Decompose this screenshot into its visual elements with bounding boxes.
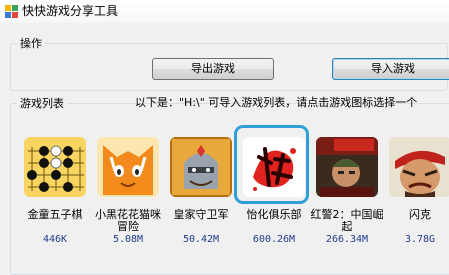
game-name: 怡化俱乐部 — [246, 208, 302, 221]
game-item-club[interactable]: 怡化俱乐部 600.26M — [234, 125, 309, 265]
game-size: 266.34M — [325, 234, 369, 245]
red-calligraphy-icon[interactable] — [243, 137, 305, 197]
game-size: 446K — [42, 234, 68, 245]
game-size: 600.26M — [252, 234, 296, 245]
game-name: 皇家守卫军 — [173, 208, 229, 221]
game-size: 3.78G — [404, 234, 436, 245]
app-icon — [5, 5, 18, 18]
game-list-group-title: 游戏列表 — [17, 96, 67, 111]
import-hint-text: 以下是："H:\" 可导入游戏列表，请点击游戏图标选择一个 — [135, 96, 418, 109]
orange-cat-icon[interactable] — [97, 137, 159, 197]
game-item-red-alert[interactable]: 红警2：中国崛起 266.34M — [310, 125, 384, 265]
export-game-button[interactable]: 导出游戏 — [152, 58, 274, 80]
title-bar[interactable]: 快快游戏分享工具 — [0, 0, 449, 24]
game-size: 5.08M — [112, 234, 144, 245]
game-name: 红警2：中国崛起 — [310, 208, 384, 233]
gomoku-board-icon[interactable] — [24, 137, 86, 197]
game-size: 50.42M — [182, 234, 220, 245]
import-game-button[interactable]: 导入游戏 — [332, 58, 449, 80]
shank-fighter-icon[interactable] — [389, 137, 449, 197]
game-name: 闪克 — [409, 208, 431, 221]
game-name: 小黑花花猫咪冒险 — [95, 208, 161, 233]
royal-guard-knight-icon[interactable] — [170, 137, 232, 197]
game-item-shank[interactable]: 闪克 3.78G — [383, 125, 449, 265]
red-alert-soldier-icon[interactable] — [316, 137, 378, 197]
game-name: 金童五子棋 — [27, 208, 83, 221]
window-title: 快快游戏分享工具 — [22, 4, 119, 18]
game-item-royal-guard[interactable]: 皇家守卫军 50.42M — [164, 125, 236, 265]
operations-group-title: 操作 — [17, 36, 45, 51]
game-list: 金童五子棋 446K 小黑花花猫咪冒险 5.08M 皇家守卫军 50.42M 怡… — [18, 125, 449, 265]
game-item-cat-adventure[interactable]: 小黑花花猫咪冒险 5.08M — [91, 125, 163, 265]
game-item-gomoku[interactable]: 金童五子棋 446K — [18, 125, 90, 265]
